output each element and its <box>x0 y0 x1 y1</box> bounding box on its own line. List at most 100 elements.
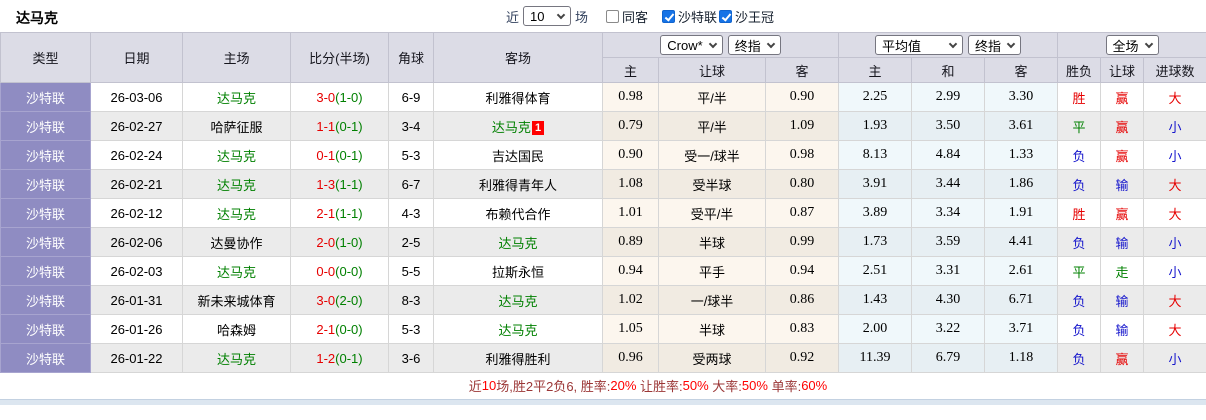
home-team-cell: 哈萨征服 <box>182 111 291 141</box>
avg-away-cell: 3.71 <box>984 314 1059 344</box>
same-away-checkbox[interactable] <box>605 9 619 23</box>
average-select[interactable]: 平均值 <box>875 35 964 55</box>
fulltime-select[interactable]: 全场 <box>1105 35 1159 55</box>
handicap-result-cell: 走 <box>1100 256 1145 286</box>
away-odds-cell: 0.87 <box>764 198 840 228</box>
avg-away-cell: 1.18 <box>984 343 1059 373</box>
league-cell: 沙特联 <box>0 285 91 315</box>
goals-result-cell: 小 <box>1143 343 1206 373</box>
avg-draw-cell: 3.34 <box>911 198 986 228</box>
corner-cell: 5-5 <box>388 256 434 286</box>
match-history-table: 类型 日期 主场 比分(半场) 角球 客场 Crow* 终指 平均值 终指 全场… <box>0 32 1206 373</box>
fulltime-group-header: 全场 <box>1057 32 1206 58</box>
avg-home-cell: 11.39 <box>838 343 913 373</box>
home-odds-cell: 0.90 <box>602 140 659 170</box>
sub-header-home-odds: 主 <box>602 57 659 83</box>
odds-time-select[interactable]: 终指 <box>727 35 781 55</box>
away-odds-cell: 0.83 <box>764 314 840 344</box>
home-odds-cell: 0.96 <box>602 343 659 373</box>
league-cell: 沙特联 <box>0 256 91 286</box>
away-team-cell: 达马克 <box>433 314 603 344</box>
sub-header-handicap: 让球 <box>658 57 766 83</box>
match-table-body: 沙特联 26-03-06 达马克 3-0(1-0) 6-9 利雅得体育 0.98 平/半 0.9… <box>0 82 1206 373</box>
col-header-home: 主场 <box>182 32 291 83</box>
date-cell: 26-02-06 <box>90 227 183 257</box>
summary-segment: 20% <box>610 377 637 393</box>
avg-home-cell: 2.51 <box>838 256 913 286</box>
score-cell: 0-1(0-1) <box>290 140 389 170</box>
home-team-cell: 达马克 <box>182 82 291 112</box>
table-row: 沙特联 26-02-21 达马克 1-3(1-1) 6-7 利雅得青年人 1.08 受半球 0.… <box>0 169 1206 199</box>
away-odds-cell: 0.98 <box>764 140 840 170</box>
corner-cell: 3-4 <box>388 111 434 141</box>
away-team-cell: 吉达国民 <box>433 140 603 170</box>
sub-header-away-odds: 客 <box>764 57 840 83</box>
score-cell: 1-1(0-1) <box>290 111 389 141</box>
summary-line: 近 10 场,胜2平2负6, 胜率: 20% 让胜率: 50% 大率: 50% 单率: 60… <box>0 373 1206 397</box>
avg-draw-cell: 3.31 <box>911 256 986 286</box>
score-cell: 3-0(2-0) <box>290 285 389 315</box>
home-team-cell: 达马克 <box>182 140 291 170</box>
handicap-result-cell: 输 <box>1100 314 1145 344</box>
league-cell: 沙特联 <box>0 169 91 199</box>
league-cell: 沙特联 <box>0 111 91 141</box>
corner-cell: 2-5 <box>388 227 434 257</box>
goals-result-cell: 大 <box>1143 314 1206 344</box>
sub-header-avg-home: 主 <box>838 57 913 83</box>
average-time-select[interactable]: 终指 <box>968 35 1022 55</box>
goals-result-cell: 大 <box>1143 82 1206 112</box>
sub-header-avg-away: 客 <box>984 57 1059 83</box>
goals-result-cell: 小 <box>1143 140 1206 170</box>
avg-away-cell: 3.30 <box>984 82 1059 112</box>
saudi-league-checkbox[interactable] <box>662 9 675 23</box>
chevron-down-icon <box>708 39 717 48</box>
home-odds-cell: 1.08 <box>602 169 659 199</box>
table-row: 沙特联 26-02-27 哈萨征服 1-1(0-1) 3-4 达马克 1 0.79 平/半 1.0… <box>0 111 1206 141</box>
avg-draw-cell: 3.44 <box>911 169 986 199</box>
home-odds-cell: 0.89 <box>602 227 659 257</box>
date-cell: 26-01-31 <box>90 285 183 315</box>
col-header-corner: 角球 <box>388 32 434 83</box>
away-team-cell: 达马克 1 <box>433 111 603 141</box>
sub-header-goals: 进球数 <box>1143 57 1206 83</box>
handicap-line-cell: 平/半 <box>658 82 766 112</box>
summary-segment: 60% <box>801 377 828 393</box>
avg-away-cell: 1.33 <box>984 140 1059 170</box>
match-count-select[interactable]: 10 <box>522 6 571 26</box>
summary-segment: 50% <box>741 377 768 393</box>
bookmaker-select[interactable]: Crow* <box>660 35 723 55</box>
sub-header-avg-draw: 和 <box>911 57 986 83</box>
bottom-divider <box>0 399 1206 405</box>
avg-home-cell: 1.73 <box>838 227 913 257</box>
result-cell: 平 <box>1057 111 1102 141</box>
score-cell: 0-0(0-0) <box>290 256 389 286</box>
handicap-result-cell: 赢 <box>1100 140 1145 170</box>
filter-controls: 近 10 场 同客 沙特联 沙王冠 <box>502 6 774 26</box>
live-badge: 1 <box>531 120 545 135</box>
avg-home-cell: 3.91 <box>838 169 913 199</box>
matches-label: 场 <box>574 9 588 25</box>
handicap-line-cell: 受一/球半 <box>658 140 766 170</box>
date-cell: 26-02-21 <box>90 169 183 199</box>
score-cell: 2-0(1-0) <box>290 227 389 257</box>
table-row: 沙特联 26-03-06 达马克 3-0(1-0) 6-9 利雅得体育 0.98 平/半 0.9… <box>0 82 1206 112</box>
corner-cell: 5-3 <box>388 314 434 344</box>
result-cell: 胜 <box>1057 198 1102 228</box>
col-header-away: 客场 <box>433 32 603 83</box>
corner-cell: 4-3 <box>388 198 434 228</box>
kings-cup-checkbox[interactable] <box>719 9 733 23</box>
table-row: 沙特联 26-01-26 哈森姆 2-1(0-0) 5-3 达马克 1.05 半球 0.83 2.… <box>0 314 1206 344</box>
home-odds-cell: 1.02 <box>602 285 659 315</box>
away-team-cell: 利雅得青年人 <box>433 169 603 199</box>
handicap-result-cell: 输 <box>1100 285 1145 315</box>
league-cell: 沙特联 <box>0 227 91 257</box>
avg-draw-cell: 3.22 <box>911 314 986 344</box>
avg-away-cell: 4.41 <box>984 227 1059 257</box>
chevron-down-icon <box>766 39 775 48</box>
away-team-cell: 利雅得体育 <box>433 82 603 112</box>
home-odds-cell: 1.01 <box>602 198 659 228</box>
avg-away-cell: 2.61 <box>984 256 1059 286</box>
table-row: 沙特联 26-01-22 达马克 1-2(0-1) 3-6 利雅得胜利 0.96 受两球 0.9… <box>0 343 1206 373</box>
goals-result-cell: 小 <box>1143 111 1206 141</box>
chevron-down-icon <box>556 10 566 19</box>
